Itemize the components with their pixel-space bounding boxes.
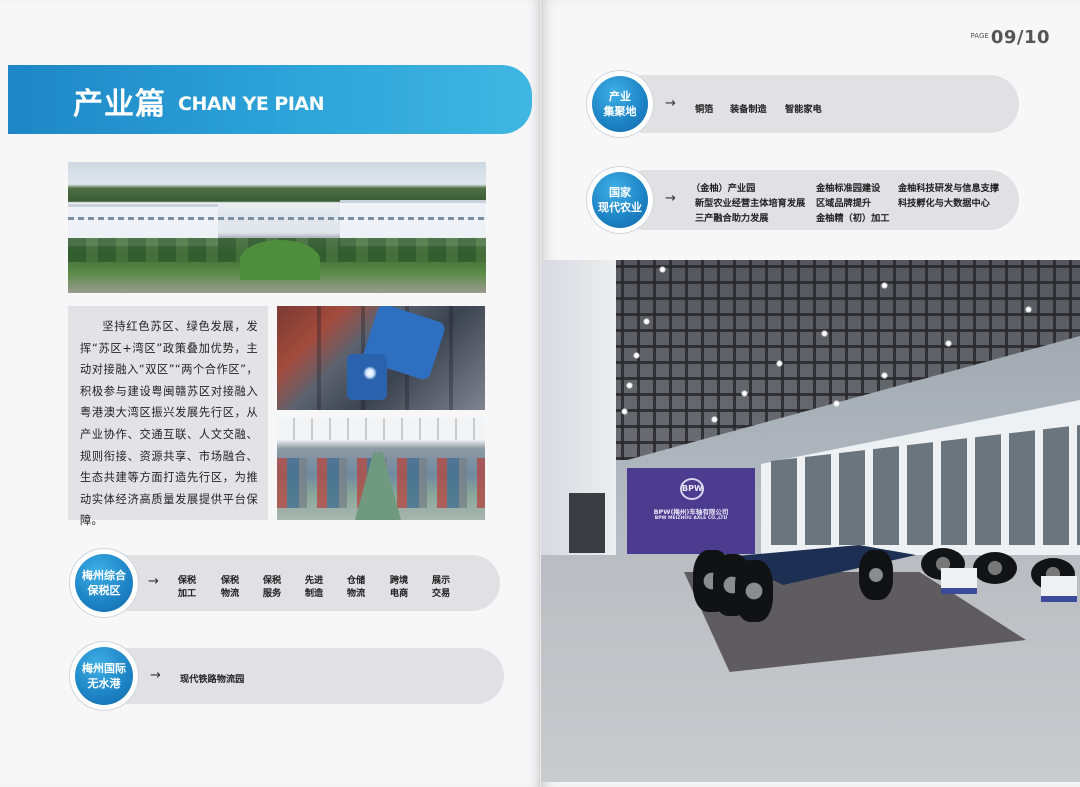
bonded-item: 跨境 电商 bbox=[389, 575, 409, 599]
bonded-item: 保税 物流 bbox=[220, 575, 240, 599]
dry-port-badge: 梅州国际 无水港 bbox=[70, 642, 138, 710]
page-number-value: 09/10 bbox=[990, 27, 1050, 48]
showroom-photo: BPW BPW(梅州)车轴有限公司 BPW MEIZHOU AXLE CO.,L… bbox=[541, 260, 1080, 782]
cluster-item: 铜箔 bbox=[695, 104, 714, 115]
banner-title: 产业篇 bbox=[73, 87, 166, 122]
agri-col3-item: 科技孵化与大数据中心 bbox=[898, 198, 990, 209]
bonded-zone-arrow: → bbox=[148, 574, 159, 589]
bonded-zone-badge-line2: 保税区 bbox=[87, 584, 121, 597]
section-banner: 产业篇 CHAN YE PIAN bbox=[8, 65, 532, 134]
campus-photo bbox=[68, 162, 486, 293]
agri-col2-item: 金柚精（初）加工 bbox=[816, 213, 890, 224]
logo-company-name: BPW(梅州)车轴有限公司 bbox=[653, 508, 729, 516]
page-label: PAGE bbox=[970, 32, 989, 40]
dry-port-badge-line1: 梅州国际 bbox=[82, 662, 126, 675]
cluster-badge-line2: 集聚地 bbox=[603, 105, 637, 118]
bonded-item: 先进 制造 bbox=[304, 575, 324, 599]
factory-floor-photo bbox=[277, 418, 485, 520]
agri-col1-item: 新型农业经营主体培育发展 bbox=[695, 198, 806, 209]
logo-company-name-en: BPW MEIZHOU AXLE CO.,LTD bbox=[654, 516, 728, 521]
banner-subtitle: CHAN YE PIAN bbox=[178, 93, 325, 115]
cluster-item: 装备制造 bbox=[730, 104, 767, 115]
agri-col1-item: 三产融合助力发展 bbox=[695, 213, 769, 224]
bpw-logo-icon: BPW bbox=[680, 478, 704, 500]
bonded-item: 保税 加工 bbox=[177, 575, 197, 599]
agriculture-badge: 国家 现代农业 bbox=[587, 167, 653, 233]
agri-col2-item: 金柚标准园建设 bbox=[816, 183, 881, 194]
agriculture-badge-line1: 国家 bbox=[609, 186, 631, 199]
left-page: 产业篇 CHAN YE PIAN 坚持红色苏区、绿色发展，发挥“苏区+湾区”政策… bbox=[0, 0, 540, 787]
agriculture-arrow: → bbox=[665, 191, 676, 206]
dry-port-text: 现代铁路物流园 bbox=[180, 674, 245, 685]
agri-col3-item: 金柚科技研发与信息支撑 bbox=[898, 183, 1000, 194]
intro-paragraph: 坚持红色苏区、绿色发展，发挥“苏区+湾区”政策叠加优势，主动对接融入“双区”“两… bbox=[80, 320, 258, 528]
dry-port-arrow: → bbox=[150, 668, 161, 683]
page-number: PAGE 09/10 bbox=[971, 27, 1050, 48]
cluster-badge-line1: 产业 bbox=[609, 90, 631, 103]
company-logo-wall: BPW BPW(梅州)车轴有限公司 BPW MEIZHOU AXLE CO.,L… bbox=[627, 468, 755, 554]
bonded-item: 仓储 物流 bbox=[346, 575, 366, 599]
cluster-arrow: → bbox=[665, 96, 676, 111]
cluster-badge: 产业 集聚地 bbox=[587, 71, 653, 137]
agri-col2-item: 区域品牌提升 bbox=[816, 198, 872, 209]
bonded-zone-badge-line1: 梅州综合 bbox=[82, 569, 126, 582]
agriculture-badge-line2: 现代农业 bbox=[598, 201, 642, 214]
bonded-item: 保税 服务 bbox=[262, 575, 282, 599]
welding-robot-photo bbox=[277, 306, 485, 410]
dry-port-badge-line2: 无水港 bbox=[87, 677, 121, 690]
bonded-zone-badge: 梅州综合 保税区 bbox=[70, 549, 138, 617]
cluster-item: 智能家电 bbox=[785, 104, 822, 115]
bonded-item: 展示 交易 bbox=[431, 575, 451, 599]
intro-textbox: 坚持红色苏区、绿色发展，发挥“苏区+湾区”政策叠加优势，主动对接融入“双区”“两… bbox=[68, 306, 268, 527]
agri-col1-item: （金柚）产业园 bbox=[691, 183, 756, 194]
